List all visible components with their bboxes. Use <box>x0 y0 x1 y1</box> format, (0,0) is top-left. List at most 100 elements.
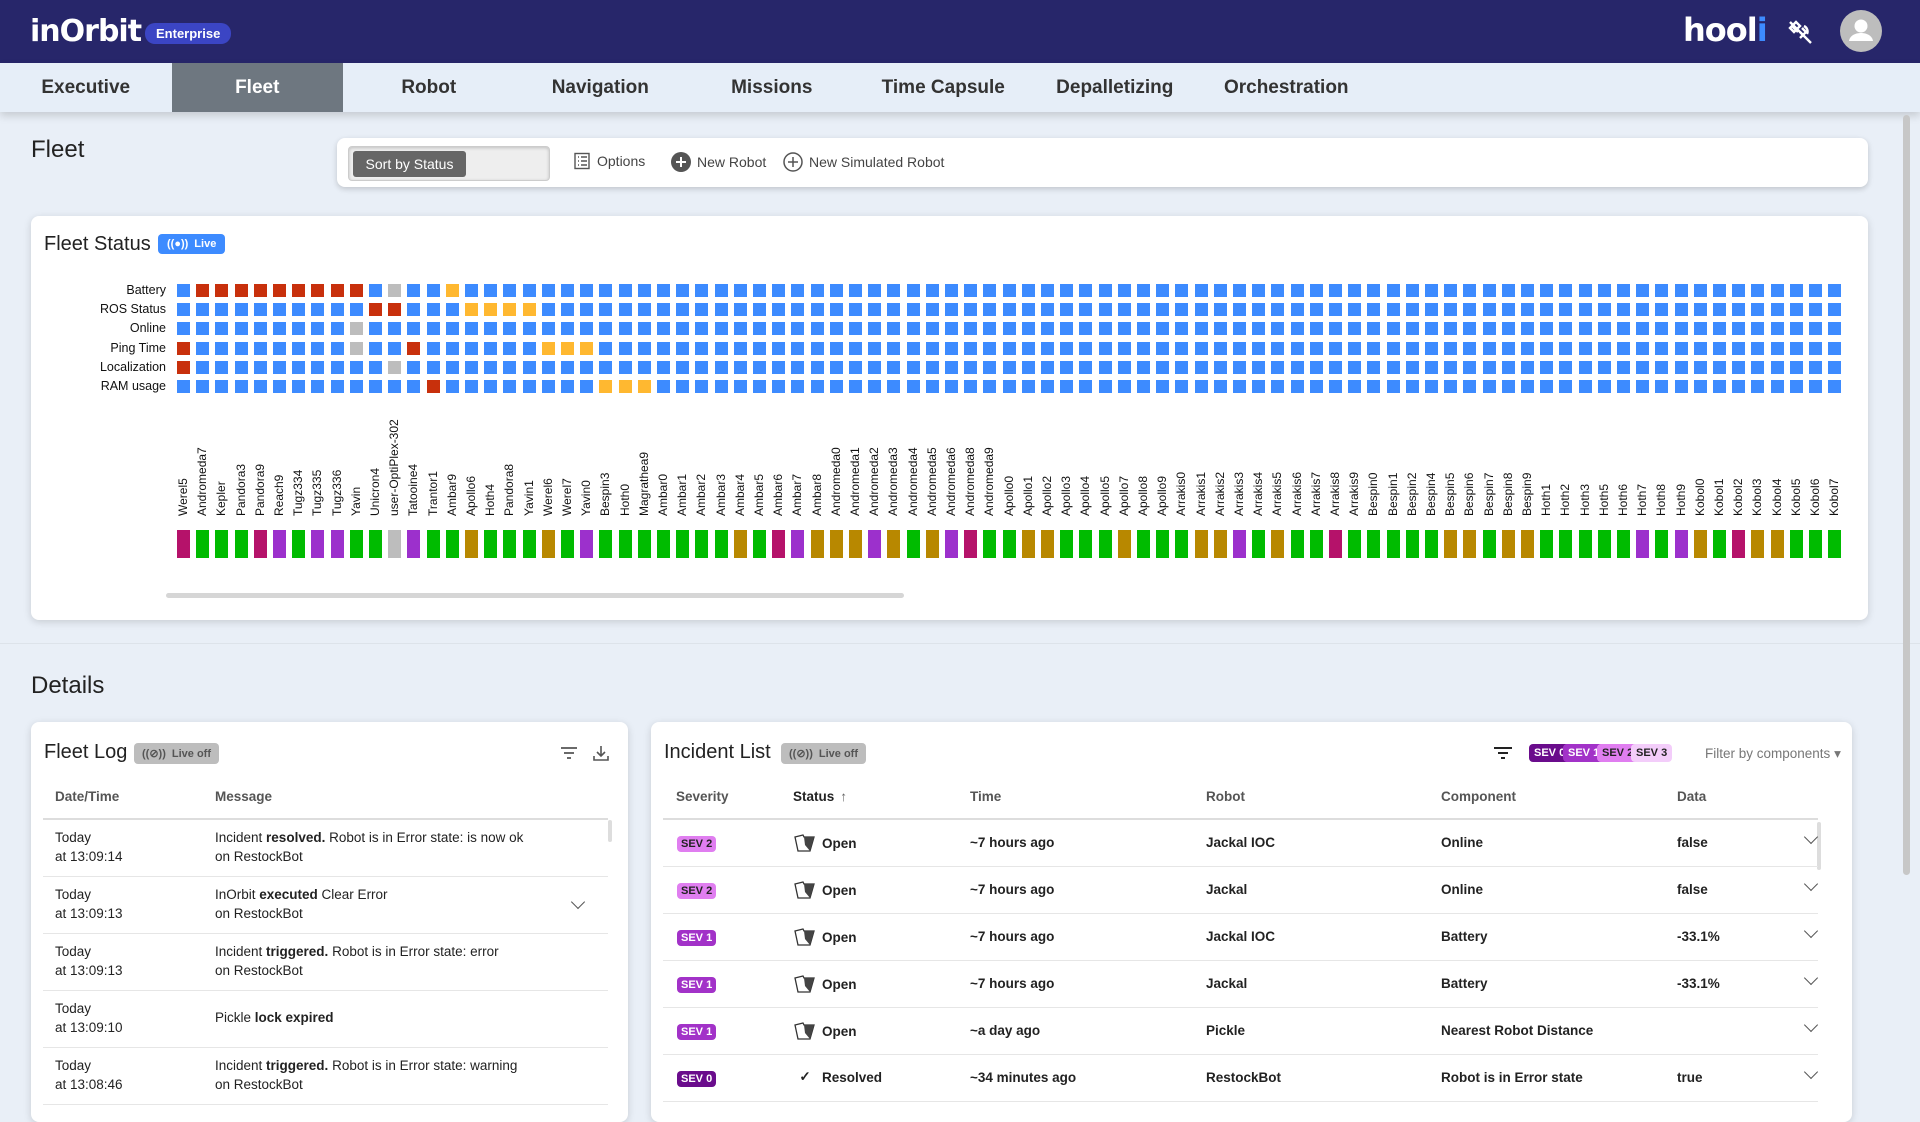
metric-cell-ok[interactable] <box>330 303 344 317</box>
metric-cell-ok[interactable] <box>1751 380 1765 393</box>
metric-cell-error[interactable] <box>311 284 325 297</box>
metric-cell-ok[interactable] <box>234 360 248 374</box>
metric-cell-ok[interactable] <box>1233 380 1246 393</box>
robot-status-bar[interactable] <box>1521 530 1534 558</box>
metric-cell-ok[interactable] <box>445 360 459 374</box>
metric-cell-ok[interactable] <box>1137 284 1150 297</box>
metric-cell-ok[interactable] <box>1674 360 1688 374</box>
metric-cell-ok[interactable] <box>388 322 402 336</box>
metric-cell-ok[interactable] <box>1098 322 1112 336</box>
robot-name-label[interactable]: Werel5 <box>176 478 190 516</box>
robot-status-bar[interactable] <box>1482 530 1496 558</box>
column-header-data[interactable]: Data <box>1677 789 1706 804</box>
metric-cell-ok[interactable] <box>1521 303 1534 317</box>
robot-status-bar[interactable] <box>1041 530 1054 558</box>
metric-cell-ok[interactable] <box>311 360 325 374</box>
robot-name-label[interactable]: Hoth4 <box>483 484 497 516</box>
metric-cell-ok[interactable] <box>1463 284 1477 297</box>
metric-cell-ok[interactable] <box>1674 322 1688 336</box>
robot-name-label[interactable]: Bespin1 <box>1386 473 1400 516</box>
metric-cell-ok[interactable] <box>541 322 555 336</box>
metric-cell-error[interactable] <box>426 380 440 393</box>
robot-name-label[interactable]: Apollo4 <box>1078 476 1092 516</box>
metric-cell-ok[interactable] <box>253 322 267 336</box>
metric-cell-ok[interactable] <box>1021 284 1035 297</box>
robot-name-label[interactable]: Ambar5 <box>752 474 766 516</box>
metric-cell-ok[interactable] <box>1194 380 1208 393</box>
column-header-status[interactable]: Status ↑ <box>793 789 847 804</box>
satellite-off-icon[interactable] <box>1786 18 1814 46</box>
robot-status-bar[interactable] <box>1156 530 1170 558</box>
metric-cell-ok[interactable] <box>1117 284 1131 297</box>
metric-cell-ok[interactable] <box>964 341 978 355</box>
metric-cell-ok[interactable] <box>1041 380 1054 393</box>
column-header-message[interactable]: Message <box>215 789 272 804</box>
metric-cell-ok[interactable] <box>253 380 267 393</box>
metric-cell-ok[interactable] <box>1002 341 1016 355</box>
metric-cell-ok[interactable] <box>1559 360 1573 374</box>
metric-cell-ok[interactable] <box>906 380 920 393</box>
robot-status-bar[interactable] <box>810 530 824 558</box>
metric-cell-ok[interactable] <box>1386 322 1400 336</box>
metric-cell-ok[interactable] <box>1789 360 1803 374</box>
metric-cell-ok[interactable] <box>1559 380 1573 393</box>
metric-cell-ok[interactable] <box>1828 303 1842 317</box>
metric-cell-unknown[interactable] <box>388 284 402 297</box>
metric-cell-ok[interactable] <box>580 322 594 336</box>
metric-cell-ok[interactable] <box>849 341 862 355</box>
metric-cell-ok[interactable] <box>1309 322 1323 336</box>
robot-status-bar[interactable] <box>714 530 728 558</box>
metric-cell-ok[interactable] <box>1021 341 1035 355</box>
metric-cell-ok[interactable] <box>906 341 920 355</box>
metric-cell-ok[interactable] <box>1713 380 1726 393</box>
metric-cell-ok[interactable] <box>1482 360 1496 374</box>
metric-cell-ok[interactable] <box>599 303 613 317</box>
robot-status-bar[interactable] <box>637 530 651 558</box>
metric-cell-ok[interactable] <box>887 284 901 297</box>
metric-cell-ok[interactable] <box>1770 303 1784 317</box>
metric-cell-ok[interactable] <box>1329 341 1342 355</box>
metric-cell-ok[interactable] <box>695 303 709 317</box>
metric-cell-ok[interactable] <box>465 284 478 297</box>
metric-cell-ok[interactable] <box>1732 360 1746 374</box>
metric-cell-ok[interactable] <box>695 360 709 374</box>
robot-name-label[interactable]: Hoth7 <box>1635 484 1649 516</box>
robot-status-bar[interactable] <box>215 530 229 558</box>
metric-cell-ok[interactable] <box>637 360 651 374</box>
metric-cell-ok[interactable] <box>887 303 901 317</box>
metric-cell-ok[interactable] <box>1309 360 1323 374</box>
robot-status-bar[interactable] <box>906 530 920 558</box>
metric-cell-unknown[interactable] <box>349 322 363 336</box>
metric-cell-ok[interactable] <box>1290 341 1304 355</box>
metric-cell-ok[interactable] <box>1425 284 1438 297</box>
robot-status-bar[interactable] <box>177 530 190 558</box>
metric-cell-ok[interactable] <box>580 380 594 393</box>
metric-cell-ok[interactable] <box>1348 380 1362 393</box>
robot-status-bar[interactable] <box>196 530 210 558</box>
incident-row[interactable]: SEV 1 Open ~a day ago Pickle Nearest Robot D… <box>663 1008 1819 1055</box>
metric-cell-ok[interactable] <box>253 341 267 355</box>
metric-cell-ok[interactable] <box>1713 303 1726 317</box>
robot-status-bar[interactable] <box>1617 530 1630 558</box>
metric-cell-ok[interactable] <box>772 284 786 297</box>
robot-name-label[interactable]: Pandora8 <box>502 464 516 516</box>
robot-name-label[interactable]: Hoth8 <box>1654 484 1668 516</box>
metric-cell-ok[interactable] <box>1789 284 1803 297</box>
metric-cell-ok[interactable] <box>445 322 459 336</box>
metric-cell-ok[interactable] <box>1770 284 1784 297</box>
metric-cell-ok[interactable] <box>445 303 459 317</box>
metric-cell-ok[interactable] <box>1674 380 1688 393</box>
metric-cell-ok[interactable] <box>810 303 824 317</box>
download-icon[interactable] <box>592 744 610 762</box>
metric-cell-ok[interactable] <box>1732 284 1746 297</box>
metric-cell-ok[interactable] <box>1828 380 1842 393</box>
metric-cell-ok[interactable] <box>273 303 286 317</box>
metric-cell-ok[interactable] <box>1271 322 1285 336</box>
metric-cell-ok[interactable] <box>330 360 344 374</box>
robot-status-bar[interactable] <box>273 530 286 558</box>
metric-cell-ok[interactable] <box>1156 322 1170 336</box>
metric-cell-ok[interactable] <box>1367 303 1381 317</box>
metric-cell-ok[interactable] <box>580 284 594 297</box>
metric-cell-error[interactable] <box>388 303 402 317</box>
metric-cell-ok[interactable] <box>1521 380 1534 393</box>
